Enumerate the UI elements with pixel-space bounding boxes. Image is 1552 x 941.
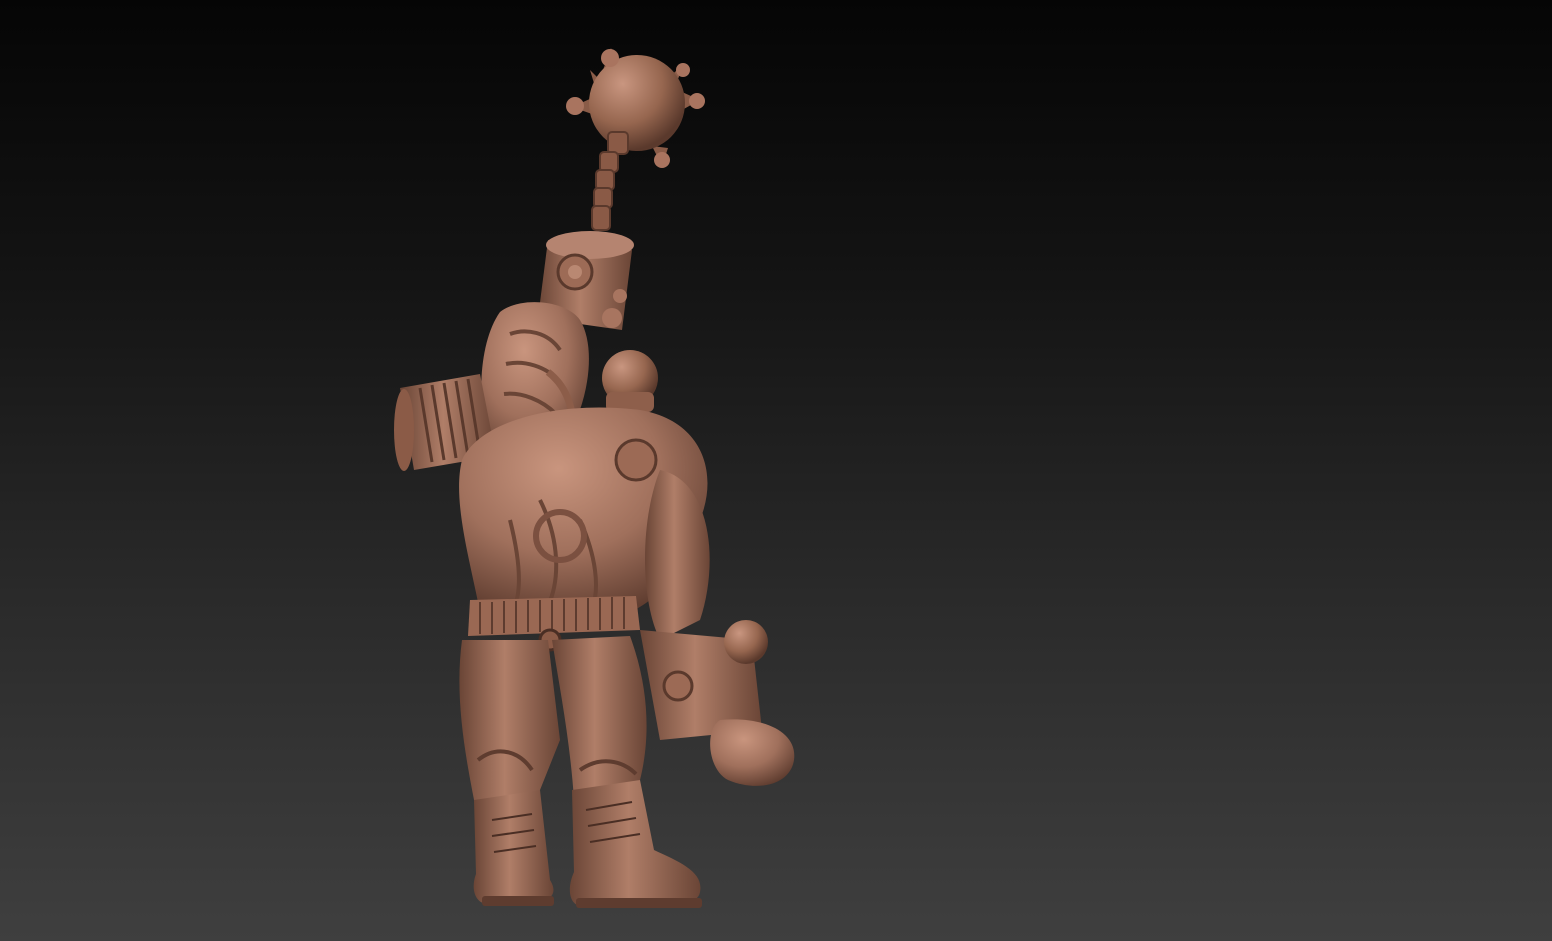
model-render[interactable] [0,0,1552,941]
sculpted-model[interactable] [0,0,1552,941]
flail-ball [566,48,705,168]
boots [473,780,702,908]
right-arm-gauntlet [640,470,795,786]
shoulder-dome [602,350,658,412]
flail-chain [591,131,629,231]
sculpt-viewport[interactable] [0,0,1552,941]
